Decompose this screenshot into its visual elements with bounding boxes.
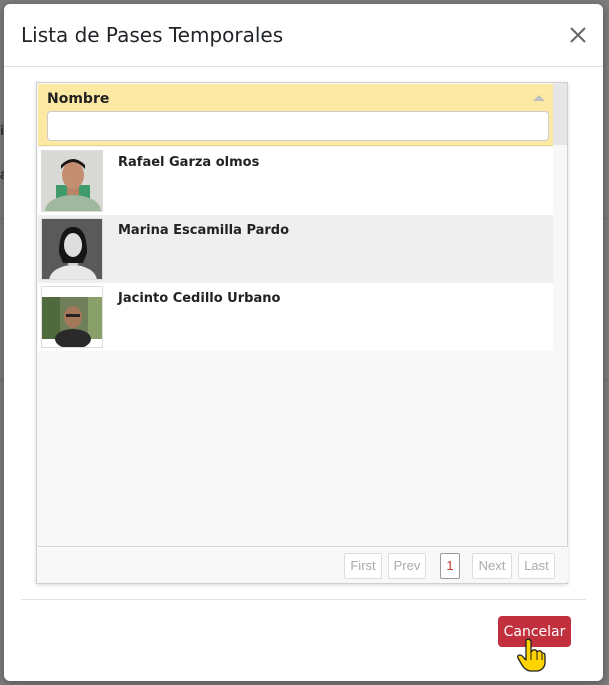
grid-rows: Rafael Garza olmos Marina Escamilla Pard… <box>38 147 553 351</box>
last-page-button[interactable]: Last <box>518 553 555 579</box>
modal-header: Lista de Pases Temporales <box>4 4 603 67</box>
hand-cursor-icon <box>517 638 546 672</box>
person-name: Rafael Garza olmos <box>118 155 260 170</box>
table-row[interactable]: Marina Escamilla Pardo <box>38 215 553 283</box>
footer-divider <box>21 599 586 600</box>
sort-up-icon[interactable] <box>533 95 545 101</box>
person-photo <box>41 286 103 348</box>
scrollbar-corner <box>553 83 567 145</box>
close-icon[interactable] <box>567 24 589 46</box>
person-name: Marina Escamilla Pardo <box>118 223 290 238</box>
pagination-bar: First Prev 1 Next Last <box>38 546 568 582</box>
table-row[interactable]: Rafael Garza olmos <box>38 147 553 215</box>
person-name: Jacinto Cedillo Urbano <box>118 291 281 306</box>
name-filter-input[interactable] <box>47 111 549 141</box>
column-header-name[interactable]: Nombre <box>47 91 109 107</box>
page-1-button[interactable]: 1 <box>440 553 460 579</box>
modal-title: Lista de Pases Temporales <box>21 23 284 47</box>
prev-page-button[interactable]: Prev <box>388 553 426 579</box>
table-row[interactable]: Jacinto Cedillo Urbano <box>38 283 553 351</box>
person-photo <box>41 150 103 212</box>
temporary-passes-modal: Lista de Pases Temporales Nombre Rafael … <box>4 4 603 681</box>
person-photo <box>41 218 103 280</box>
first-page-button[interactable]: First <box>344 553 382 579</box>
next-page-button[interactable]: Next <box>472 553 512 579</box>
passes-grid: Nombre Rafael Garza olmos Marina Escamil… <box>36 82 568 584</box>
grid-header: Nombre <box>38 84 553 146</box>
